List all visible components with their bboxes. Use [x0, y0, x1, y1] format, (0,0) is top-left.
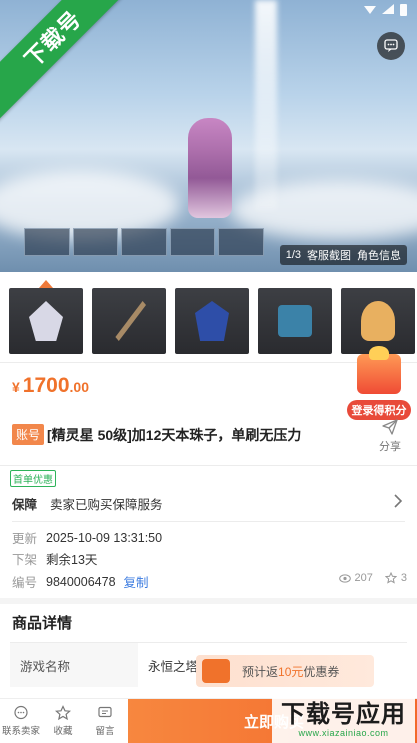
message-button[interactable]: 留言 [84, 699, 126, 743]
signal-icon [382, 4, 394, 14]
price: ¥ 1700 .00 [12, 374, 89, 398]
section-divider [0, 598, 417, 604]
share-icon [382, 419, 398, 435]
serial-label: 编号 [12, 576, 38, 590]
light-beam [255, 0, 277, 210]
chat-bubble-icon [384, 39, 398, 52]
product-title-row: 账号 [精灵星 50级]加12天本珠子，单刷无压力 [12, 424, 301, 445]
divider [12, 521, 405, 522]
coupon-suffix: 优惠券 [303, 664, 340, 679]
gift-box-icon [357, 354, 401, 394]
star-outline-icon [55, 705, 71, 721]
copy-link[interactable]: 复制 [124, 572, 149, 591]
favorites-count: 3 [400, 572, 407, 584]
watermark-brand-text: 下载号应用 [281, 700, 406, 728]
favorite-label: 收藏 [53, 726, 73, 737]
login-points-gift[interactable]: 登录得积分 [347, 346, 411, 422]
stats: 207 3 [338, 572, 407, 584]
views-count: 207 [354, 572, 373, 584]
price-decimal: .00 [69, 379, 89, 395]
gift-label: 登录得积分 [347, 400, 411, 420]
image-pager: 1/3 客服截图 角色信息 [279, 245, 407, 265]
chat-message-button[interactable] [377, 32, 405, 60]
updated-row: 更新 2025-10-09 13:31:50 [12, 528, 162, 547]
coupon-icon [202, 659, 230, 683]
share-button[interactable]: 分享 [375, 418, 405, 454]
guarantee-text: 卖家已购买保障服务 [50, 498, 163, 512]
image-counter: 1/3 [285, 249, 301, 261]
gem-icon [195, 301, 229, 341]
chevron-right-icon[interactable] [393, 494, 403, 508]
product-title: [精灵星 50级]加12天本珠子，单刷无压力 [47, 426, 302, 443]
first-order-badge: 首单优惠 [10, 470, 56, 487]
chest-icon [278, 305, 312, 337]
account-tag: 账号 [12, 424, 45, 445]
status-bar-icons [364, 4, 407, 16]
game-character-figure [188, 118, 232, 218]
delist-value: 剩余13天 [46, 553, 98, 567]
guarantee-label: 保障 [12, 498, 38, 512]
coupon-prefix: 预计返 [242, 664, 279, 679]
sword-icon [115, 301, 146, 341]
thumbnail-chest[interactable] [258, 288, 332, 354]
thumbnail-avatar[interactable] [341, 288, 415, 354]
share-label: 分享 [379, 441, 401, 453]
gift-bow-icon [369, 346, 389, 360]
thumbnail-strip [0, 280, 417, 356]
game-name-label: 游戏名称 [10, 643, 138, 687]
divider [0, 465, 417, 466]
watermark-site: www.xiazainiao.com [298, 727, 389, 738]
eye-icon [338, 573, 351, 583]
comment-icon [98, 706, 112, 718]
favorite-button[interactable]: 收藏 [42, 699, 84, 743]
game-hud-skillbar [24, 228, 264, 256]
star-icon [384, 572, 397, 584]
serial-value: 9840006478 [46, 574, 116, 589]
views-stat: 207 [338, 572, 373, 584]
contact-seller-label: 联系卖家 [1, 726, 40, 737]
tab-role-info[interactable]: 角色信息 [357, 247, 401, 263]
thumbnail-gem[interactable] [175, 288, 249, 354]
favorites-stat[interactable]: 3 [384, 572, 407, 584]
guarantee-row[interactable]: 保障 卖家已购买保障服务 [12, 494, 163, 513]
contact-seller-button[interactable]: 联系卖家 [0, 699, 42, 743]
tab-service-screenshot[interactable]: 客服截图 [307, 247, 351, 263]
price-symbol: ¥ [12, 379, 20, 395]
thumbnail-character[interactable] [9, 280, 83, 354]
delist-label: 下架 [12, 553, 38, 567]
details-section-title: 商品详情 [12, 615, 73, 632]
thumbnail-sword[interactable] [92, 288, 166, 354]
character-icon [29, 301, 63, 341]
serial-row: 编号 9840006478 复制 [12, 572, 149, 591]
wifi-icon [364, 6, 376, 14]
battery-icon [400, 4, 407, 16]
updated-value: 2025-10-09 13:31:50 [46, 530, 163, 545]
coupon-amount: 10元 [278, 664, 304, 679]
chat-icon [14, 705, 28, 720]
updated-label: 更新 [12, 532, 38, 546]
avatar-icon [361, 301, 395, 341]
watermark-brand: 下载号应用 www.xiazainiao.com [272, 696, 415, 743]
coupon-banner[interactable]: 预计返 10元 优惠券 [196, 655, 374, 687]
price-integer: 1700 [22, 374, 70, 397]
delist-row: 下架 剩余13天 [12, 549, 97, 568]
message-label: 留言 [95, 726, 115, 737]
